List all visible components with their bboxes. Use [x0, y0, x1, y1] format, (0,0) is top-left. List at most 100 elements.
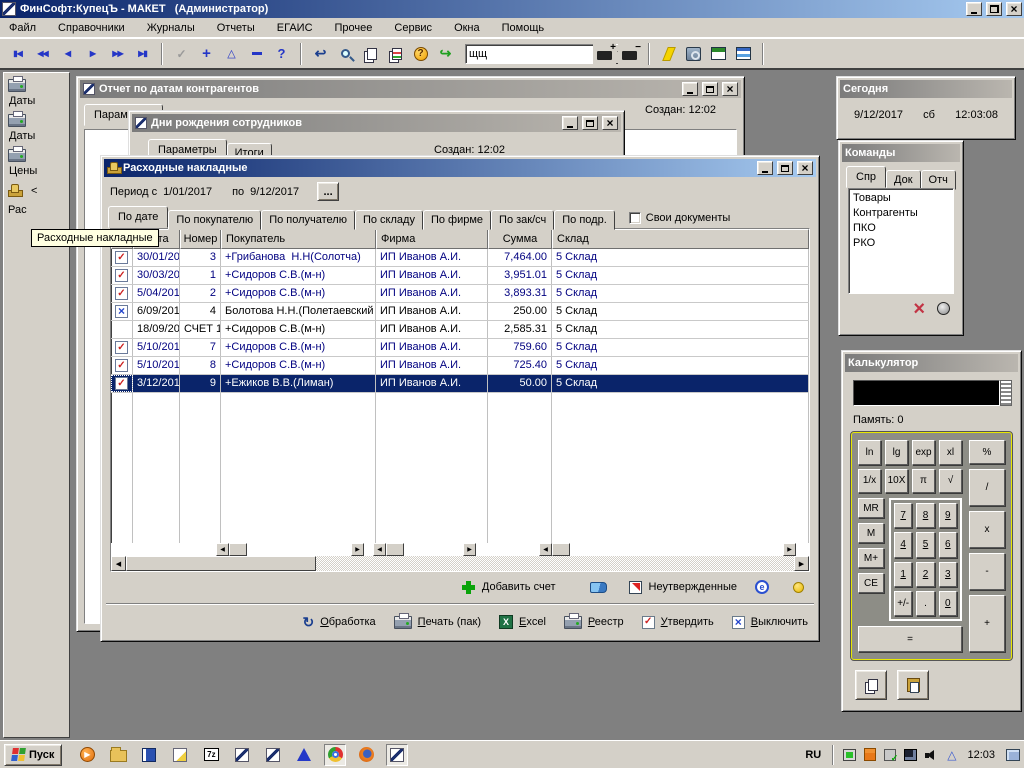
quick-launch-button[interactable] — [262, 744, 284, 766]
table-row[interactable]: 5/10/2017 7 +Сидоров С.В.(м-н) ИП Иванов… — [111, 339, 809, 357]
pcgreen-icon[interactable] — [843, 749, 856, 761]
invoices-tab[interactable]: По складу — [355, 210, 423, 230]
invoices-titlebar[interactable]: Расходные накладные — [104, 159, 816, 177]
search-button[interactable] — [334, 42, 357, 65]
quick-launch-button[interactable] — [138, 744, 160, 766]
period-more-button[interactable]: ... — [317, 182, 339, 201]
own-documents-checkbox[interactable] — [629, 212, 641, 224]
quick-launch-button[interactable]: 7z — [200, 744, 222, 766]
edit-button[interactable]: △ — [220, 42, 243, 65]
tile-windows-button[interactable] — [732, 42, 755, 65]
calc-key[interactable]: lg — [885, 440, 908, 465]
find-next-button[interactable] — [593, 42, 616, 65]
menu-item[interactable]: Окна — [454, 22, 480, 34]
unconfirmed-toggle[interactable]: Неутвержденные — [629, 581, 738, 594]
column-scrollbar[interactable]: ▶ — [783, 543, 796, 556]
calc-memory-key[interactable]: M — [858, 523, 884, 543]
command-item[interactable]: РКО — [853, 236, 949, 251]
header-num[interactable]: Номер — [180, 229, 221, 249]
header-stock[interactable]: Склад — [552, 229, 809, 249]
quick-launch-button[interactable] — [231, 744, 253, 766]
sidebar-item[interactable]: Даты — [8, 79, 65, 107]
scroll-thumb[interactable] — [126, 556, 316, 571]
globe-icon[interactable] — [937, 302, 950, 315]
invoices-tab[interactable]: По получателю — [261, 210, 355, 230]
commands-tab[interactable]: Спр — [846, 166, 886, 188]
birthdays-titlebar[interactable]: Дни рождения сотрудников — [132, 114, 621, 132]
command-item[interactable]: Контрагенты — [853, 206, 949, 221]
quick-launch-button[interactable] — [169, 744, 191, 766]
minimize-button[interactable] — [757, 161, 773, 175]
calc-digit-key[interactable]: +/- — [894, 591, 912, 616]
column-scrollbar[interactable]: ▶ — [463, 543, 476, 556]
nav-next-page-button[interactable]: ▶▶ — [106, 42, 129, 65]
copy-special-button[interactable] — [384, 42, 407, 65]
period-from-value[interactable]: 1/01/2017 — [163, 186, 212, 198]
help-record-button[interactable]: ? — [270, 42, 293, 65]
column-scrollbar[interactable]: ◀ — [539, 543, 570, 556]
calc-digit-key[interactable]: . — [916, 591, 934, 616]
period-to-value[interactable]: 9/12/2017 — [250, 186, 299, 198]
calc-digit-key[interactable]: 0 — [939, 591, 957, 616]
calc-memory-key[interactable]: CE — [858, 573, 884, 593]
netpc-icon[interactable] — [904, 749, 917, 761]
header-firm[interactable]: Фирма — [376, 229, 488, 249]
delete-button[interactable] — [245, 42, 268, 65]
invoices-tab[interactable]: По подр. — [554, 210, 615, 230]
nav-last-button[interactable]: ▶▮ — [131, 42, 154, 65]
calc-digit-key[interactable]: 4 — [894, 532, 912, 557]
sidebar-item[interactable]: < — [8, 184, 65, 197]
action-button[interactable]: Выключить — [732, 616, 808, 629]
action-button[interactable]: Утвердить — [642, 616, 714, 629]
calc-digit-key[interactable]: 7 — [894, 503, 912, 528]
calc-operator-key[interactable]: - — [969, 553, 1005, 590]
column-scrollbar[interactable]: ▶ — [351, 543, 364, 556]
menu-item[interactable]: Журналы — [147, 22, 195, 34]
quick-launch-button[interactable] — [293, 744, 315, 766]
calc-operator-key[interactable]: / — [969, 469, 1005, 506]
yellow-dot-icon[interactable] — [793, 582, 804, 593]
calc-memory-key[interactable]: M+ — [858, 548, 884, 568]
close-button[interactable] — [722, 82, 738, 96]
calc-copy-button[interactable] — [855, 670, 887, 700]
calc-digit-key[interactable]: 1 — [894, 562, 912, 587]
quick-launch-button[interactable] — [386, 744, 408, 766]
usbok-icon[interactable] — [884, 749, 896, 761]
calc-digit-key[interactable]: 5 — [916, 532, 934, 557]
book-icon[interactable] — [590, 582, 607, 593]
e-icon[interactable] — [755, 580, 769, 594]
add-button[interactable]: + — [195, 42, 218, 65]
menu-item[interactable]: Сервис — [394, 22, 432, 34]
close-button[interactable] — [797, 161, 813, 175]
calc-key[interactable]: xl — [939, 440, 962, 465]
commands-tab[interactable]: Док — [886, 170, 921, 190]
maximize-button[interactable] — [702, 82, 718, 96]
calc-key[interactable]: 10X — [885, 469, 908, 494]
action-button[interactable]: Реестр — [564, 616, 624, 629]
nav-prior-page-button[interactable]: ◀◀ — [31, 42, 54, 65]
menu-item[interactable]: Файл — [9, 22, 36, 34]
sidebar-item[interactable]: Даты — [8, 114, 65, 142]
menu-item[interactable]: Отчеты — [217, 22, 255, 34]
fast-filter-button[interactable] — [657, 42, 680, 65]
invoices-tab[interactable]: По дате — [108, 206, 168, 228]
table-row[interactable]: 5/04/2017 2 +Сидоров С.В.(м-н) ИП Иванов… — [111, 285, 809, 303]
calc-key[interactable]: 1/x — [858, 469, 881, 494]
commands-tab[interactable]: Отч — [921, 170, 956, 190]
find-prev-button[interactable] — [618, 42, 641, 65]
report-titlebar[interactable]: Отчет по датам контрагентов — [80, 80, 741, 98]
scroll-left-button[interactable]: ◀ — [111, 556, 126, 571]
post-button[interactable]: ✓ — [170, 42, 193, 65]
action-button[interactable]: Обработка — [302, 614, 375, 631]
cascade-windows-button[interactable] — [707, 42, 730, 65]
nav-prior-button[interactable]: ◀ — [56, 42, 79, 65]
minimize-button[interactable] — [562, 116, 578, 130]
command-item[interactable]: ПКО — [853, 221, 949, 236]
calc-digit-key[interactable]: 8 — [916, 503, 934, 528]
menu-item[interactable]: Справочники — [58, 22, 125, 34]
close-button[interactable] — [1006, 2, 1022, 16]
quick-launch-button[interactable] — [76, 744, 98, 766]
calc-key[interactable]: √ — [939, 469, 962, 494]
calc-digit-key[interactable]: 9 — [939, 503, 957, 528]
copy-button[interactable] — [359, 42, 382, 65]
